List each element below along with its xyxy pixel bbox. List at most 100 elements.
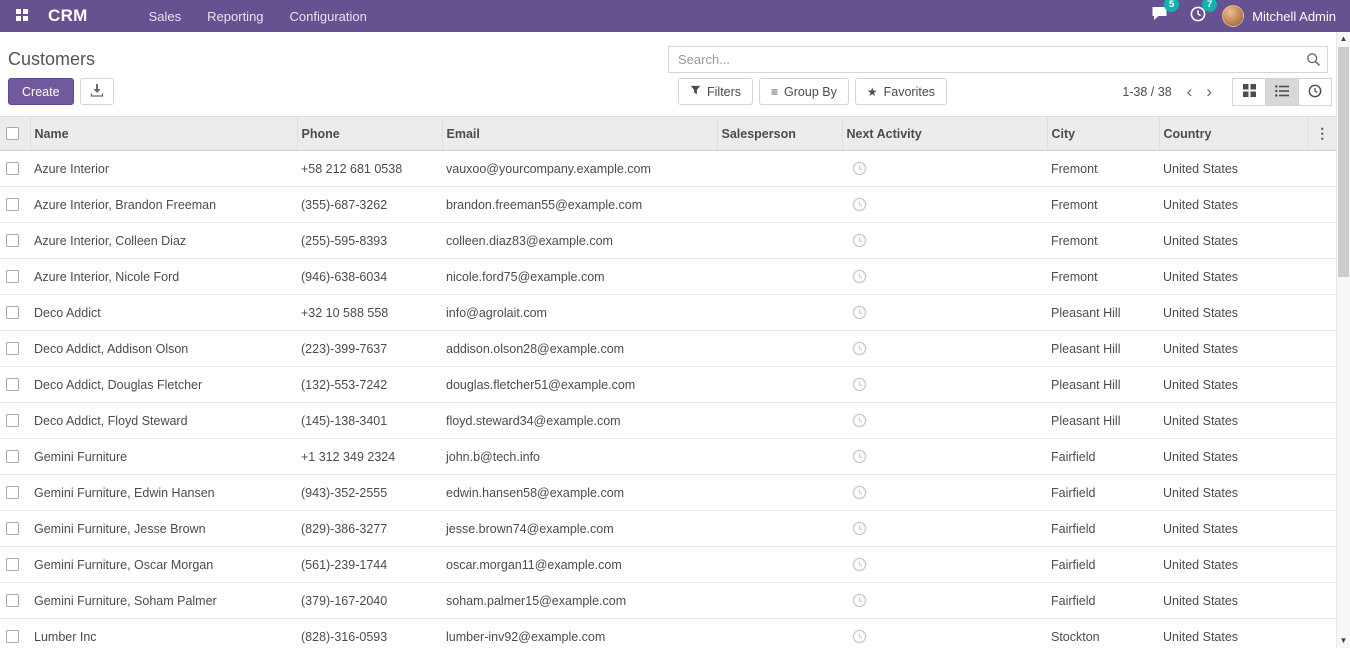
search-filter-buttons: Filters ≡ Group By ★ Favorites	[678, 78, 947, 105]
row-checkbox[interactable]	[6, 414, 19, 427]
view-kanban-button[interactable]	[1232, 78, 1266, 106]
column-header-salesperson[interactable]: Salesperson	[717, 117, 842, 151]
scrollbar-down-arrow[interactable]: ▼	[1337, 634, 1350, 648]
next-activity-clock-icon[interactable]	[846, 341, 867, 355]
next-activity-clock-icon[interactable]	[846, 161, 867, 175]
cell-city: Fairfield	[1047, 583, 1159, 619]
next-activity-clock-icon[interactable]	[846, 377, 867, 391]
row-checkbox[interactable]	[6, 450, 19, 463]
table-row[interactable]: Gemini Furniture +1 312 349 2324 john.b@…	[0, 439, 1336, 475]
next-activity-clock-icon[interactable]	[846, 197, 867, 211]
cell-spacer	[1308, 511, 1336, 547]
cell-email: colleen.diaz83@example.com	[442, 223, 717, 259]
next-activity-clock-icon[interactable]	[846, 449, 867, 463]
user-name: Mitchell Admin	[1252, 9, 1336, 24]
next-activity-clock-icon[interactable]	[846, 305, 867, 319]
table-row[interactable]: Deco Addict, Douglas Fletcher (132)-553-…	[0, 367, 1336, 403]
table-row[interactable]: Gemini Furniture, Soham Palmer (379)-167…	[0, 583, 1336, 619]
column-header-next-activity[interactable]: Next Activity	[842, 117, 1047, 151]
cell-salesperson	[717, 619, 842, 648]
next-activity-clock-icon[interactable]	[846, 485, 867, 499]
cell-city: Fairfield	[1047, 439, 1159, 475]
scrollbar-thumb[interactable]	[1338, 47, 1349, 277]
select-all-checkbox[interactable]	[6, 127, 19, 140]
column-header-city[interactable]: City	[1047, 117, 1159, 151]
group-by-button[interactable]: ≡ Group By	[759, 78, 849, 105]
create-button[interactable]: Create	[8, 78, 74, 105]
table-row[interactable]: Gemini Furniture, Oscar Morgan (561)-239…	[0, 547, 1336, 583]
column-header-country[interactable]: Country	[1159, 117, 1308, 151]
row-checkbox[interactable]	[6, 378, 19, 391]
table-row[interactable]: Azure Interior, Nicole Ford (946)-638-60…	[0, 259, 1336, 295]
favorites-button[interactable]: ★ Favorites	[855, 78, 947, 105]
activities-button[interactable]: 7	[1184, 3, 1212, 30]
pager-previous-button[interactable]: ‹	[1180, 79, 1200, 105]
vertical-scrollbar[interactable]: ▲ ▼	[1336, 32, 1350, 648]
menu-sales[interactable]: Sales	[138, 2, 193, 31]
row-checkbox[interactable]	[6, 522, 19, 535]
star-icon: ★	[867, 85, 878, 99]
column-header-phone[interactable]: Phone	[297, 117, 442, 151]
cell-spacer	[1308, 583, 1336, 619]
cell-phone: +32 10 588 558	[297, 295, 442, 331]
column-header-name[interactable]: Name	[30, 117, 297, 151]
table-row[interactable]: Gemini Furniture, Jesse Brown (829)-386-…	[0, 511, 1336, 547]
table-row[interactable]: Azure Interior, Brandon Freeman (355)-68…	[0, 187, 1336, 223]
user-menu[interactable]: Mitchell Admin	[1222, 5, 1340, 27]
cell-email: vauxoo@yourcompany.example.com	[442, 151, 717, 187]
next-activity-clock-icon[interactable]	[846, 629, 867, 643]
pager-next-button[interactable]: ›	[1199, 79, 1219, 105]
row-checkbox[interactable]	[6, 270, 19, 283]
cell-country: United States	[1159, 187, 1308, 223]
row-checkbox[interactable]	[6, 198, 19, 211]
scrollbar-up-arrow[interactable]: ▲	[1337, 32, 1350, 46]
export-button[interactable]	[80, 78, 114, 105]
menu-configuration[interactable]: Configuration	[279, 2, 378, 31]
row-checkbox[interactable]	[6, 630, 19, 643]
row-checkbox-cell	[0, 403, 30, 439]
row-checkbox-cell	[0, 583, 30, 619]
table-row[interactable]: Deco Addict, Addison Olson (223)-399-763…	[0, 331, 1336, 367]
table-row[interactable]: Azure Interior, Colleen Diaz (255)-595-8…	[0, 223, 1336, 259]
cell-email: floyd.steward34@example.com	[442, 403, 717, 439]
next-activity-clock-icon[interactable]	[846, 269, 867, 283]
table-row[interactable]: Deco Addict +32 10 588 558 info@agrolait…	[0, 295, 1336, 331]
search-icon[interactable]	[1306, 52, 1321, 72]
cell-salesperson	[717, 151, 842, 187]
next-activity-clock-icon[interactable]	[846, 233, 867, 247]
row-checkbox[interactable]	[6, 558, 19, 571]
next-activity-clock-icon[interactable]	[846, 593, 867, 607]
view-activity-button[interactable]	[1298, 78, 1332, 106]
row-checkbox-cell	[0, 295, 30, 331]
messages-badge: 5	[1164, 0, 1179, 12]
messages-button[interactable]: 5	[1145, 3, 1174, 29]
cell-spacer	[1308, 151, 1336, 187]
column-header-email[interactable]: Email	[442, 117, 717, 151]
row-checkbox[interactable]	[6, 234, 19, 247]
cell-spacer	[1308, 439, 1336, 475]
apps-menu-button[interactable]	[10, 4, 34, 28]
filters-button[interactable]: Filters	[678, 78, 753, 105]
page-title: Customers	[8, 49, 95, 70]
search-input[interactable]	[668, 46, 1328, 73]
search-box	[668, 46, 1328, 73]
table-row[interactable]: Azure Interior +58 212 681 0538 vauxoo@y…	[0, 151, 1336, 187]
cell-email: lumber-inv92@example.com	[442, 619, 717, 648]
optional-columns-toggle[interactable]: ⋮	[1308, 117, 1336, 151]
table-row[interactable]: Deco Addict, Floyd Steward (145)-138-340…	[0, 403, 1336, 439]
row-checkbox[interactable]	[6, 486, 19, 499]
row-checkbox[interactable]	[6, 306, 19, 319]
table-row[interactable]: Gemini Furniture, Edwin Hansen (943)-352…	[0, 475, 1336, 511]
row-checkbox[interactable]	[6, 342, 19, 355]
row-checkbox[interactable]	[6, 594, 19, 607]
app-brand[interactable]: CRM	[48, 6, 88, 26]
next-activity-clock-icon[interactable]	[846, 521, 867, 535]
menu-reporting[interactable]: Reporting	[196, 2, 274, 31]
table-row[interactable]: Lumber Inc (828)-316-0593 lumber-inv92@e…	[0, 619, 1336, 648]
group-by-label: Group By	[784, 85, 837, 99]
row-checkbox[interactable]	[6, 162, 19, 175]
view-list-button[interactable]	[1265, 78, 1299, 106]
next-activity-clock-icon[interactable]	[846, 557, 867, 571]
cell-email: brandon.freeman55@example.com	[442, 187, 717, 223]
next-activity-clock-icon[interactable]	[846, 413, 867, 427]
